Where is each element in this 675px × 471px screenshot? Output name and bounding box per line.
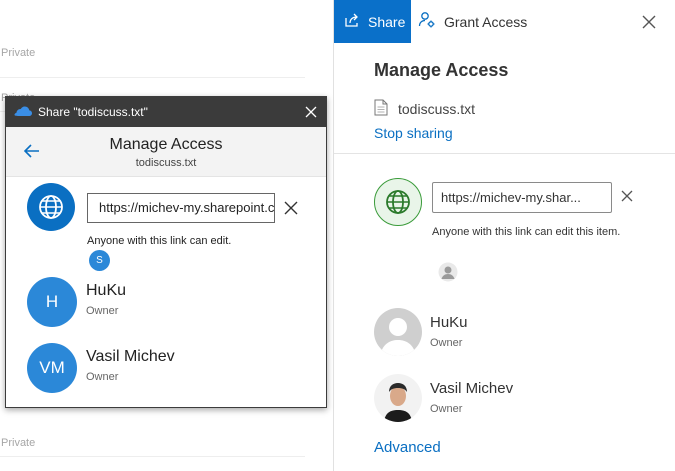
person-role: Owner [430,337,463,349]
list-item: Private [0,47,305,78]
remove-link-icon[interactable] [283,200,299,216]
list-item[interactable]: VM Vasil Michev Owner [27,343,327,393]
close-icon[interactable] [304,105,318,119]
share-link-field[interactable]: https://michev-my.shar... [432,182,612,213]
globe-icon [27,183,75,231]
file-info: todiscuss.txt [374,99,475,119]
divider [334,153,675,154]
tab-share[interactable]: Share [334,0,411,43]
avatar: VM [27,343,77,393]
file-name: todiscuss.txt [398,101,476,117]
avatar [374,308,422,356]
page-title: Manage Access [374,60,509,80]
tab-share-label: Share [368,13,406,30]
person-name: HuKu [430,314,468,331]
tab-grant-label: Grant Access [444,13,528,30]
person-role: Owner [86,305,119,317]
dialog-header: Manage Access todiscuss.txt [6,127,326,177]
remove-link-icon[interactable] [620,189,634,203]
link-description: Anyone with this link can edit this item… [432,226,621,238]
dialog-subtitle: todiscuss.txt [135,157,197,169]
list-item[interactable]: H HuKu Owner [27,277,327,327]
onedrive-cloud-icon [14,105,32,120]
link-description: Anyone with this link can edit. [87,235,232,247]
avatar: S [89,250,110,271]
person-role: Owner [86,371,119,383]
advanced-link[interactable]: Advanced [374,439,441,456]
avatar: H [27,277,77,327]
tab-grant-access[interactable]: Grant Access [418,0,527,43]
dialog-titlebar[interactable]: Share "todiscuss.txt" [6,97,326,127]
globe-icon [374,178,422,226]
person-name: HuKu [86,282,127,299]
list-item[interactable]: HuKu Owner [374,308,674,358]
dialog-title: Manage Access [109,136,223,153]
document-icon [374,99,388,119]
person-role: Owner [430,403,463,415]
share-panel: Share Grant Access Manage Access todiscu… [333,0,675,471]
list-item[interactable]: Vasil Michev Owner [374,374,674,424]
share-icon [344,12,360,31]
stop-sharing-link[interactable]: Stop sharing [374,125,453,141]
panel-header: Share Grant Access [334,0,675,43]
share-dialog: Share "todiscuss.txt" Manage Access todi… [5,96,327,408]
close-icon[interactable] [640,13,658,31]
dialog-window-title: Share "todiscuss.txt" [38,105,148,119]
share-link-field[interactable]: https://michev-my.sharepoint.com [87,193,275,223]
person-name: Vasil Michev [86,348,175,365]
user-avatar-icon [438,262,458,282]
avatar [374,374,422,422]
list-item: Private [0,437,305,457]
person-gear-icon [418,11,436,32]
person-name: Vasil Michev [430,380,514,397]
